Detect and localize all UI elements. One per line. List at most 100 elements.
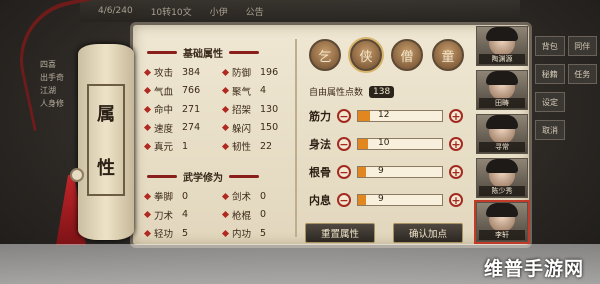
watermark-text: 维普手游网 (484, 258, 585, 280)
minus-button[interactable]: − (337, 137, 351, 151)
stat-value: 4 (182, 209, 189, 220)
reset-attributes-button[interactable]: 重置属性 (305, 223, 375, 243)
portrait-tab[interactable]: 僧 (391, 39, 423, 71)
character-hair (486, 115, 518, 129)
stat-item: 招架 130 (221, 102, 293, 116)
diamond-icon (143, 68, 152, 76)
stat-label: 拳脚 (154, 192, 174, 203)
plus-button[interactable]: + (449, 109, 463, 123)
diamond-icon (143, 192, 152, 200)
stat-label: 刀术 (154, 210, 174, 222)
stat-item: 拳脚 0 (143, 189, 223, 203)
stat-label: 招架 (232, 105, 252, 116)
stat-value: 4 (260, 85, 267, 96)
stat-label: 躲闪 (232, 123, 252, 135)
stat-label: 命中 (154, 105, 174, 116)
plus-button[interactable]: + (449, 137, 463, 151)
character-card[interactable]: 田畴 (476, 70, 528, 110)
diamond-icon (143, 210, 152, 219)
confirm-points-button[interactable]: 确认加点 (393, 223, 463, 243)
character-hair (486, 203, 518, 217)
minus-button[interactable]: − (337, 165, 351, 179)
minus-button[interactable]: − (337, 109, 351, 123)
right-menu: 背包 同伴 秘籍 任务 设定 取消 (535, 36, 597, 140)
attribute-row: 内息 − 9 + (309, 193, 463, 207)
menu-button[interactable]: 秘籍 (535, 64, 565, 84)
stat-value: 766 (182, 85, 201, 96)
plus-button[interactable]: + (449, 165, 463, 179)
martial-stats-grid: 拳脚 0 剑术 0 刀术 4 枪棍 0 轻功 5 内功 5 (143, 189, 293, 240)
stat-value: 150 (260, 122, 279, 133)
diamond-icon (143, 86, 152, 95)
menu-button[interactable]: 设定 (535, 92, 565, 112)
character-name: 田畴 (479, 98, 525, 108)
stat-item: 聚气 4 (221, 84, 293, 98)
attribute-row: 身法 − 10 + (309, 137, 463, 151)
attribute-bar: 12 (357, 110, 443, 122)
portrait-tab[interactable]: 侠 (350, 39, 382, 71)
stat-value: 384 (182, 66, 201, 78)
stat-value: 5 (260, 227, 267, 239)
minus-button[interactable]: − (337, 193, 351, 207)
character-roster: 陶渊源田畴寻常陈少秀李轩 (476, 26, 528, 242)
diamond-icon (221, 210, 230, 219)
stat-value: 5 (182, 227, 189, 239)
stat-value: 0 (182, 190, 189, 202)
stat-label: 剑术 (232, 192, 252, 203)
stat-value: 130 (260, 103, 279, 115)
stat-value: 196 (260, 66, 279, 78)
stat-item: 攻击 384 (143, 65, 223, 79)
topbar-item[interactable]: 公告 (246, 5, 264, 18)
stat-item: 轻功 5 (143, 226, 223, 240)
menu-button[interactable]: 取消 (535, 120, 565, 140)
diamond-icon (221, 229, 230, 237)
character-name: 寻常 (479, 142, 525, 152)
diamond-icon (143, 105, 152, 113)
attribute-bar: 10 (357, 138, 443, 150)
stat-label: 韧性 (232, 142, 252, 153)
scroll-banner: 属 性 (78, 44, 134, 240)
stat-value: 0 (260, 209, 267, 220)
portrait-tab[interactable]: 乞 (309, 39, 341, 71)
stat-item: 刀术 4 (143, 208, 223, 222)
attribute-bar: 9 (357, 194, 443, 206)
character-card[interactable]: 李轩 (476, 202, 528, 242)
menu-button[interactable]: 同伴 (567, 36, 597, 56)
stat-label: 真元 (154, 142, 174, 153)
menu-button[interactable]: 任务 (567, 64, 597, 84)
free-points: 自由属性点数 138 (309, 85, 395, 98)
attribute-bar: 9 (357, 166, 443, 178)
diamond-icon (221, 192, 230, 200)
scroll-knot (70, 168, 84, 182)
character-name: 陶渊源 (479, 54, 525, 64)
stat-item: 速度 274 (143, 121, 223, 135)
attribute-bar-fill (358, 167, 367, 177)
diamond-icon (221, 86, 230, 95)
character-name: 李轩 (479, 230, 525, 240)
attribute-value: 9 (378, 194, 384, 204)
diamond-icon (143, 229, 152, 237)
stat-item: 内功 5 (221, 226, 293, 240)
stat-label: 防御 (232, 68, 252, 79)
menu-button[interactable]: 背包 (535, 36, 565, 56)
stat-value: 1 (182, 140, 189, 152)
stat-value: 22 (260, 140, 273, 152)
attribute-name: 内息 (309, 193, 331, 207)
stat-item: 命中 271 (143, 102, 223, 116)
stat-value: 0 (260, 190, 267, 202)
character-name: 陈少秀 (479, 186, 525, 196)
topbar-item: 小伊 (209, 7, 228, 18)
stat-label: 速度 (154, 123, 174, 135)
stat-item: 气血 766 (143, 84, 223, 98)
portrait-tab[interactable]: 童 (432, 39, 464, 71)
stat-label: 聚气 (232, 86, 252, 98)
stat-item: 真元 1 (143, 139, 223, 153)
stat-item: 枪棍 0 (221, 208, 293, 222)
character-card[interactable]: 陈少秀 (476, 158, 528, 198)
attribute-bar-fill (358, 195, 367, 205)
attribute-name: 筋力 (309, 109, 331, 123)
character-card[interactable]: 陶渊源 (476, 26, 528, 66)
plus-button[interactable]: + (449, 193, 463, 207)
character-card[interactable]: 寻常 (476, 114, 528, 154)
stat-label: 轻功 (154, 229, 174, 240)
